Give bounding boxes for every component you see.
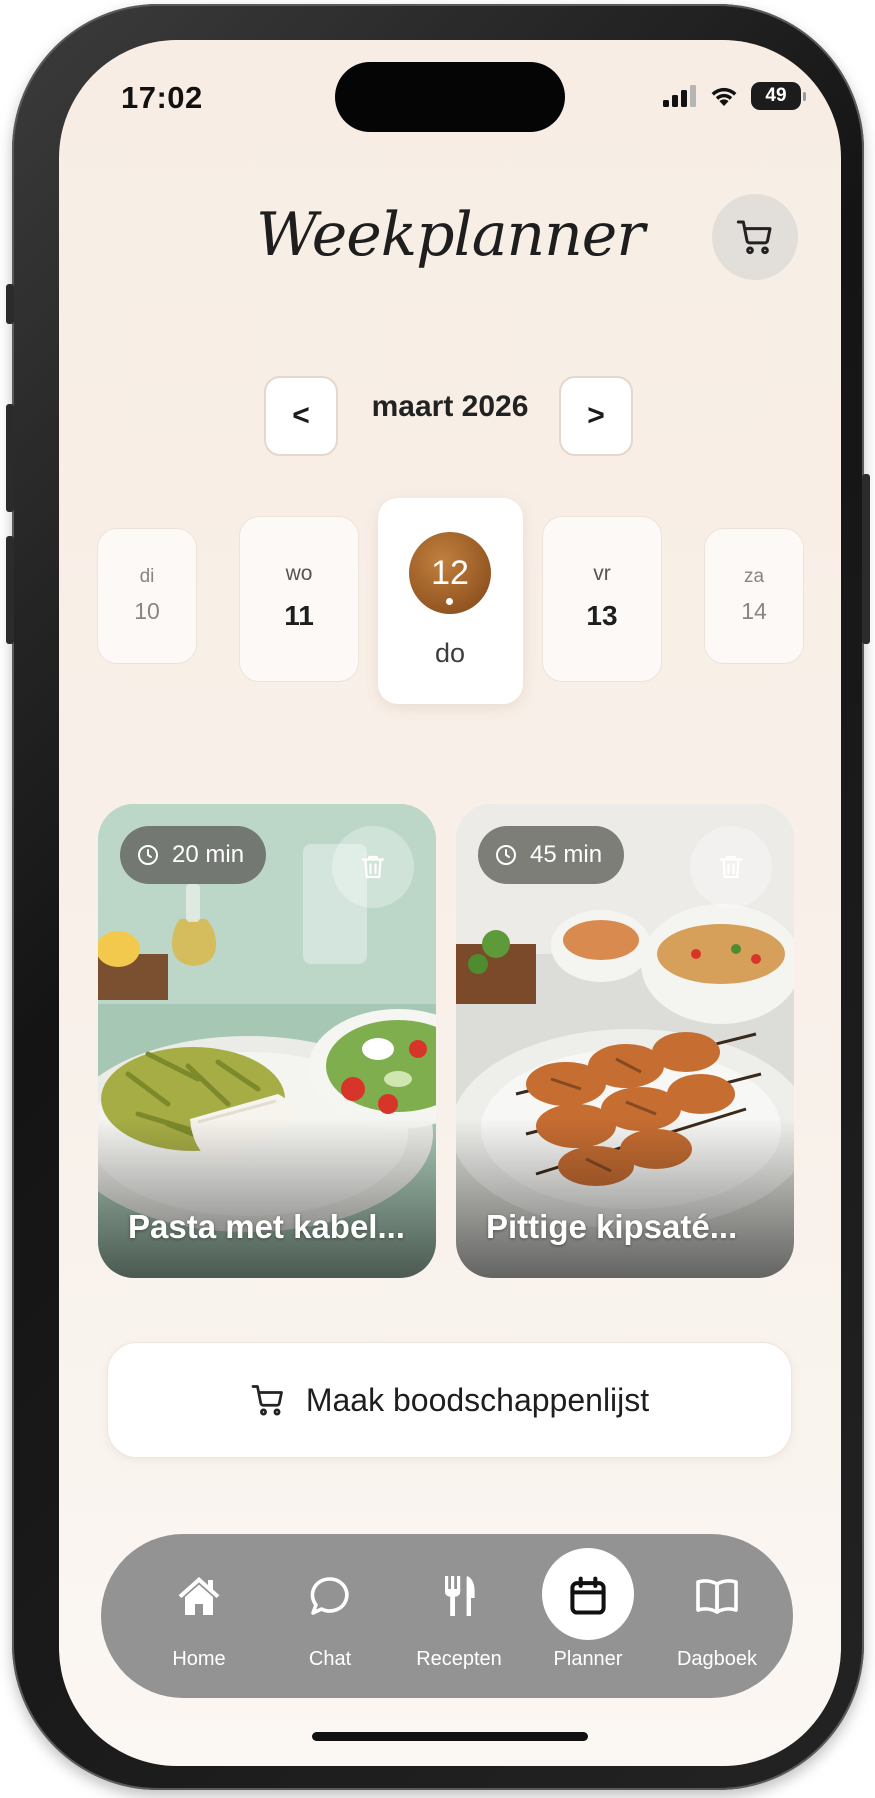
tab-label: Home	[172, 1648, 226, 1670]
day-weekday: do	[434, 638, 466, 668]
recipe-title: Pasta met kabel...	[128, 1208, 405, 1245]
home-indicator[interactable]	[312, 1732, 588, 1741]
day-weekday: wo	[285, 562, 313, 585]
planned-meal-dot	[446, 598, 453, 605]
day-tile-10[interactable]: di 10	[97, 528, 197, 664]
day-tile-13[interactable]: vr 13	[542, 516, 662, 682]
recipe-card[interactable]: 20 min Pasta met kabel...	[98, 804, 436, 1278]
power-button	[862, 474, 870, 644]
clock-icon	[138, 845, 158, 865]
day-tile-12-selected[interactable]: 12 do	[378, 498, 523, 704]
bottom-tab-bar: Home Chat Recepten Planner Dagboek	[101, 1534, 793, 1698]
month-label: maart 2026	[371, 390, 529, 423]
home-icon	[169, 1568, 229, 1624]
phone-frame: 17:02 49 Weekplanner < maart 2026 > di 1…	[6, 4, 870, 1790]
status-icons: 49	[663, 82, 806, 110]
day-weekday: vr	[593, 562, 611, 585]
clock-icon	[496, 845, 516, 865]
status-time: 17:02	[121, 80, 203, 115]
tab-chat[interactable]: Chat	[270, 1534, 390, 1698]
shopping-list-label: Maak boodschappenlijst	[305, 1381, 650, 1418]
page: 17:02 49 Weekplanner < maart 2026 > di 1…	[0, 0, 875, 1798]
card-gradient	[98, 1118, 436, 1278]
volume-up-button	[6, 404, 14, 512]
shopping-cart-icon	[251, 1385, 283, 1416]
day-weekday: di	[139, 566, 155, 587]
day-tile-11[interactable]: wo 11	[239, 516, 359, 682]
fork-knife-icon	[429, 1568, 489, 1624]
trash-icon	[361, 855, 385, 879]
cart-button[interactable]	[712, 194, 798, 280]
app-screen: 17:02 49 Weekplanner < maart 2026 > di 1…	[59, 40, 841, 1766]
dynamic-island	[335, 62, 565, 132]
calendar-icon	[558, 1568, 618, 1624]
tab-dagboek[interactable]: Dagboek	[657, 1534, 777, 1698]
day-number: 10	[134, 598, 160, 624]
recipe-title: Pittige kipsaté...	[486, 1208, 738, 1245]
volume-down-button	[6, 536, 14, 644]
tab-label: Dagboek	[676, 1648, 758, 1670]
battery-indicator: 49	[751, 82, 806, 110]
day-weekday: za	[743, 566, 765, 587]
tab-planner[interactable]: Planner	[528, 1534, 648, 1698]
tab-label: Chat	[308, 1648, 352, 1670]
cooking-time-badge: 20 min	[120, 826, 267, 884]
tab-home[interactable]: Home	[139, 1534, 259, 1698]
delete-recipe-button[interactable]	[690, 826, 772, 908]
chat-bubble-icon	[300, 1568, 360, 1624]
cooking-time: 45 min	[530, 841, 603, 868]
wifi-icon	[711, 87, 737, 106]
card-gradient	[456, 1118, 794, 1278]
delete-recipe-button[interactable]	[332, 826, 414, 908]
book-icon	[687, 1568, 747, 1624]
day-number: 13	[586, 600, 618, 631]
tab-label: Recepten	[416, 1648, 502, 1670]
previous-month-button[interactable]: <	[264, 376, 338, 456]
tab-recepten[interactable]: Recepten	[399, 1534, 519, 1698]
make-shopping-list-button[interactable]: Maak boodschappenlijst	[107, 1342, 792, 1458]
recipe-card[interactable]: 45 min Pittige kipsaté...	[456, 804, 794, 1278]
cooking-time: 20 min	[172, 841, 245, 868]
day-number: 11	[284, 600, 314, 631]
mute-switch	[6, 284, 14, 324]
tab-label: Planner	[553, 1648, 623, 1670]
cooking-time-badge: 45 min	[478, 826, 625, 884]
day-tile-14[interactable]: za 14	[704, 528, 804, 664]
trash-icon	[719, 855, 743, 879]
next-month-button[interactable]: >	[559, 376, 633, 456]
day-number: 14	[741, 598, 767, 624]
shopping-cart-icon	[736, 220, 772, 255]
cellular-signal-icon	[663, 85, 696, 107]
